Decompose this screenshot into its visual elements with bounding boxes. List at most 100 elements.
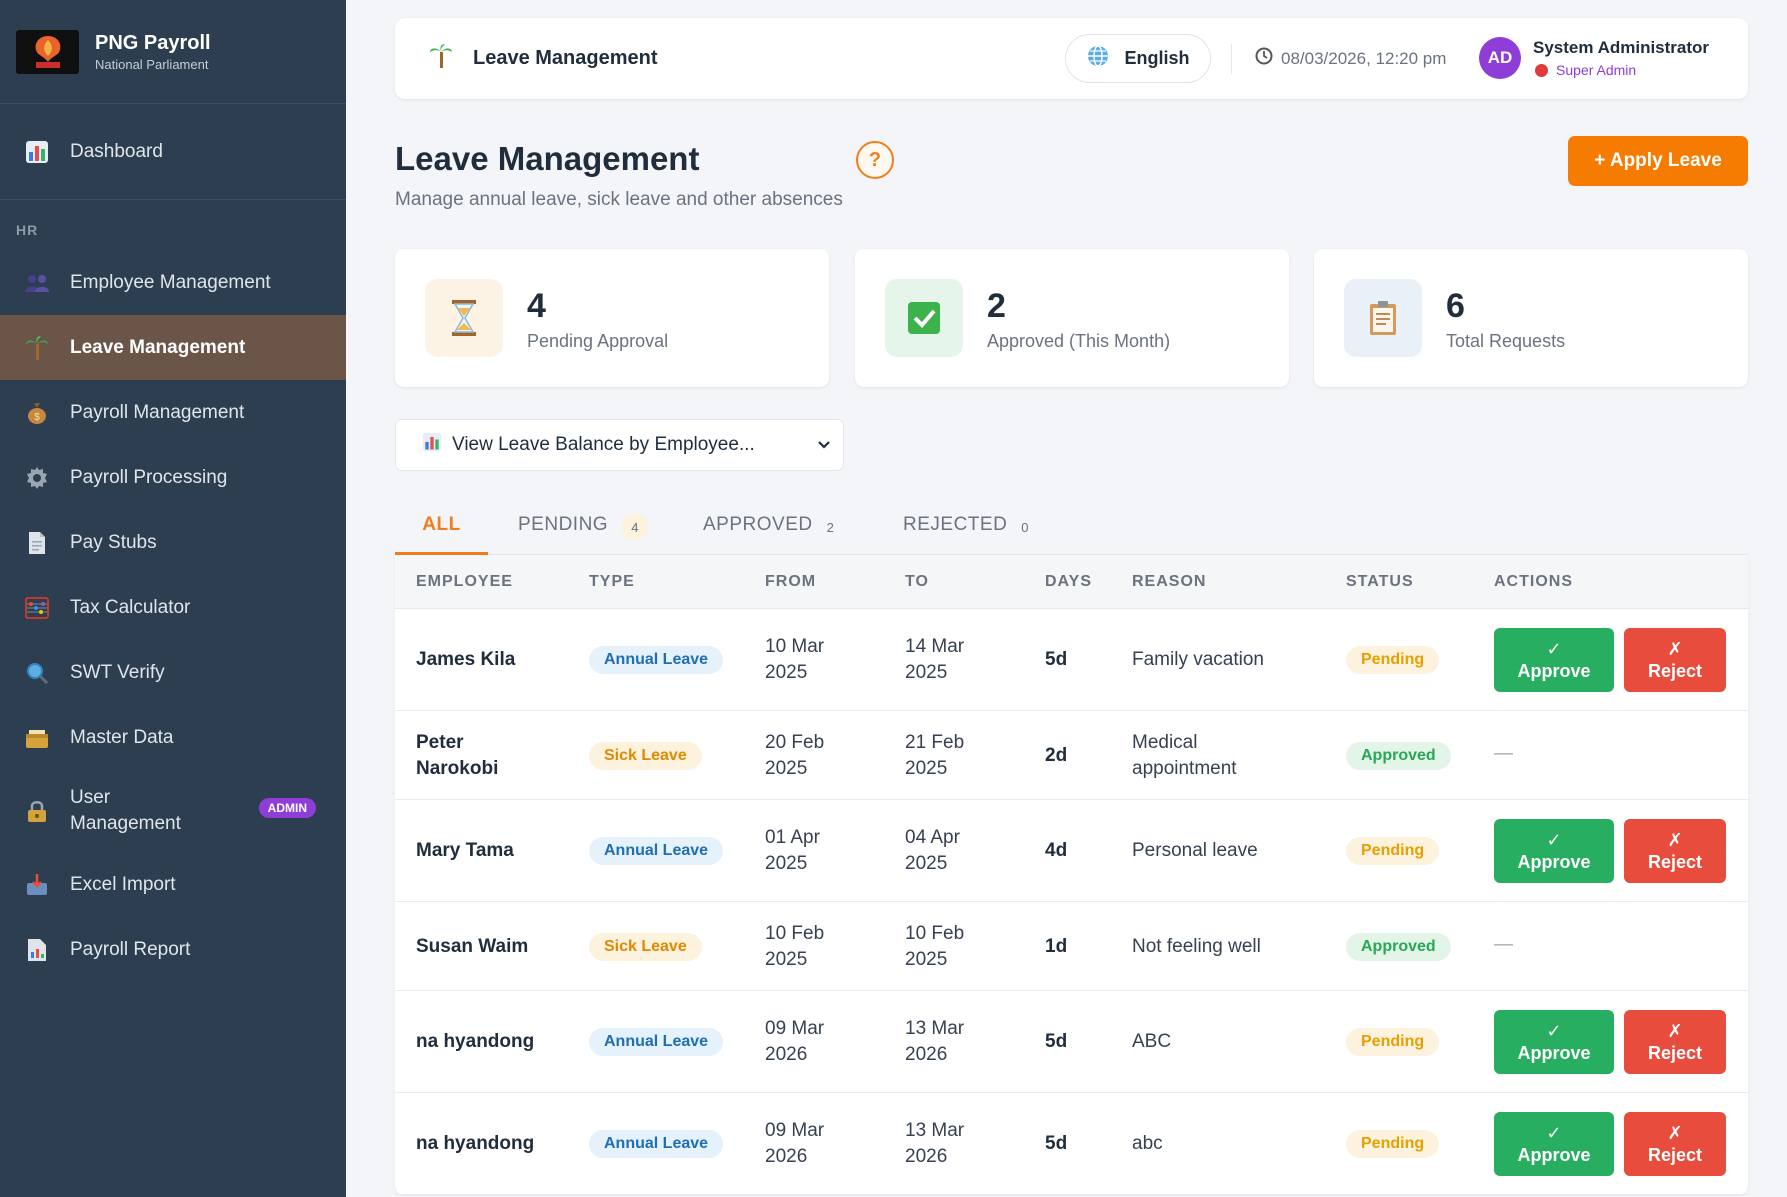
avatar[interactable]: AD	[1479, 37, 1521, 79]
sidebar-item-user-management[interactable]: User Management ADMIN	[0, 770, 346, 852]
reject-button[interactable]: ✗ Reject	[1624, 1010, 1726, 1074]
card-box-icon	[24, 725, 50, 751]
table-row: na hyandong Annual Leave 09 Mar 2026 13 Mar 2…	[395, 991, 1748, 1093]
checkmark-icon: ✓	[1546, 1021, 1562, 1041]
from-date-line: 2025	[765, 662, 808, 683]
reason-line: Personal leave	[1132, 840, 1258, 861]
bar-chart-icon	[422, 432, 442, 458]
from-date: 20 Feb 2025	[765, 730, 824, 782]
language-label: English	[1124, 48, 1190, 68]
sidebar-item-label: Payroll Management	[70, 401, 245, 423]
from-date-line: 10 Feb	[765, 922, 825, 944]
leave-balance-select[interactable]: View Leave Balance by Employee...	[395, 419, 844, 471]
table-header: EMPLOYEE TYPE FROM TO DAYS REASON STATUS…	[395, 555, 1748, 609]
approve-button[interactable]: ✓ Approve	[1494, 819, 1614, 883]
sidebar-item-excel-import[interactable]: Excel Import	[0, 852, 346, 917]
approve-label: Approve	[1517, 661, 1591, 681]
language-button[interactable]: English	[1065, 34, 1211, 83]
apply-leave-button[interactable]: + Apply Leave	[1568, 136, 1748, 186]
sidebar-item-payroll-management[interactable]: $ Payroll Management	[0, 380, 346, 445]
reason-line: Not feeling well	[1132, 935, 1261, 957]
sidebar-item-swt-verify[interactable]: SWT Verify	[0, 640, 346, 705]
to-date: 14 Mar 2025	[905, 634, 964, 686]
brand[interactable]: PNG Payroll National Parliament	[0, 0, 346, 104]
employee-name: na hyandong	[416, 1029, 534, 1055]
sidebar-item-tax-calculator[interactable]: Tax Calculator	[0, 575, 346, 640]
from-date: 10 Mar 2025	[765, 634, 824, 686]
employee-name: Peter Narokobi	[416, 730, 498, 782]
reason: ABC	[1132, 1029, 1171, 1055]
employee-name-line: James Kila	[416, 649, 516, 670]
people-icon	[24, 270, 50, 296]
employee-name: Mary Tama	[416, 838, 514, 864]
abacus-icon	[24, 595, 50, 621]
column-header-from[interactable]: FROM	[765, 573, 816, 591]
column-header-status[interactable]: STATUS	[1346, 573, 1414, 591]
sidebar-item-employee-management[interactable]: Employee Management	[0, 250, 346, 315]
approve-button[interactable]: ✓ Approve	[1494, 628, 1614, 692]
tab-label: REJECTED	[903, 514, 1008, 535]
tab-rejected[interactable]: REJECTED 0	[903, 500, 1029, 555]
column-header-employee[interactable]: EMPLOYEE	[416, 573, 513, 591]
help-button[interactable]: ?	[856, 141, 894, 179]
approve-button[interactable]: ✓ Approve	[1494, 1112, 1614, 1176]
magnifier-icon	[24, 660, 50, 686]
clock-icon	[1255, 47, 1273, 70]
reject-button[interactable]: ✗ Reject	[1624, 1112, 1726, 1176]
sidebar-item-payroll-report[interactable]: Payroll Report	[0, 917, 346, 982]
palm-tree-icon	[429, 42, 453, 76]
days-count: 2d	[1045, 743, 1067, 769]
reject-label: Reject	[1647, 661, 1703, 681]
tab-all[interactable]: ALL	[395, 500, 488, 555]
sidebar-item-dashboard[interactable]: Dashboard	[0, 119, 346, 184]
sidebar-item-payroll-processing[interactable]: Payroll Processing	[0, 445, 346, 510]
topbar-title-text: Leave Management	[473, 47, 658, 69]
to-date: 10 Feb 2025	[905, 921, 964, 973]
reason: Personal leave	[1132, 838, 1258, 864]
sidebar-item-master-data[interactable]: Master Data	[0, 705, 346, 770]
sidebar-item-label: SWT Verify	[70, 661, 165, 683]
topbar-title: Leave Management	[429, 42, 658, 76]
stat-value: 4	[527, 287, 546, 325]
datetime: 08/03/2026, 12:20 pm	[1255, 47, 1446, 70]
employee-name: Susan Waim	[416, 934, 528, 960]
leave-type-badge: Annual Leave	[589, 837, 724, 865]
sidebar-item-leave-management[interactable]: Leave Management	[0, 315, 346, 380]
approve-label: Approve	[1517, 1145, 1591, 1165]
from-date: 09 Mar 2026	[765, 1118, 824, 1170]
tab-count: 0	[1021, 520, 1030, 535]
days-count-line: 1d	[1045, 935, 1068, 957]
reject-button[interactable]: ✗ Reject	[1624, 628, 1726, 692]
cross-icon: ✗	[1667, 1123, 1683, 1143]
leave-type-badge: Sick Leave	[589, 741, 702, 770]
sidebar-item-label: Leave Management	[70, 336, 246, 358]
approve-button[interactable]: ✓ Approve	[1494, 1010, 1614, 1074]
to-date-line: 21 Feb	[905, 731, 965, 753]
days-count-line: 5d	[1045, 1031, 1068, 1052]
column-header-days[interactable]: DAYS	[1045, 573, 1092, 591]
status-badge: Approved	[1346, 741, 1451, 770]
days-count-line: 2d	[1045, 744, 1068, 766]
sidebar-item-pay-stubs[interactable]: Pay Stubs	[0, 510, 346, 575]
days-count: 5d	[1045, 1131, 1067, 1157]
money-bag-icon: $	[24, 400, 50, 426]
tab-pending[interactable]: PENDING 4	[518, 500, 649, 555]
leave-type-badge: Sick Leave	[589, 932, 702, 961]
column-header-to[interactable]: TO	[905, 573, 929, 591]
table-row: na hyandong Annual Leave 09 Mar 2026 13 Mar 2…	[395, 1093, 1748, 1195]
from-date-line: 01 Apr	[765, 827, 820, 848]
user-name[interactable]: System Administrator	[1533, 38, 1709, 58]
tab-approved[interactable]: APPROVED 2	[703, 500, 834, 555]
column-header-type[interactable]: TYPE	[589, 573, 635, 591]
reason: Not feeling well	[1132, 934, 1261, 960]
reject-button[interactable]: ✗ Reject	[1624, 819, 1726, 883]
employee-name-line: Narokobi	[416, 757, 499, 779]
approve-label: Approve	[1517, 852, 1591, 872]
sidebar-item-label: User Management	[70, 787, 181, 834]
reason-line: appointment	[1132, 757, 1237, 779]
to-date-line: 04 Apr	[905, 827, 960, 848]
sidebar-item-label: Dashboard	[70, 140, 163, 162]
column-header-reason[interactable]: REASON	[1132, 573, 1206, 591]
reject-label: Reject	[1647, 1145, 1703, 1165]
to-date: 13 Mar 2026	[905, 1016, 964, 1068]
